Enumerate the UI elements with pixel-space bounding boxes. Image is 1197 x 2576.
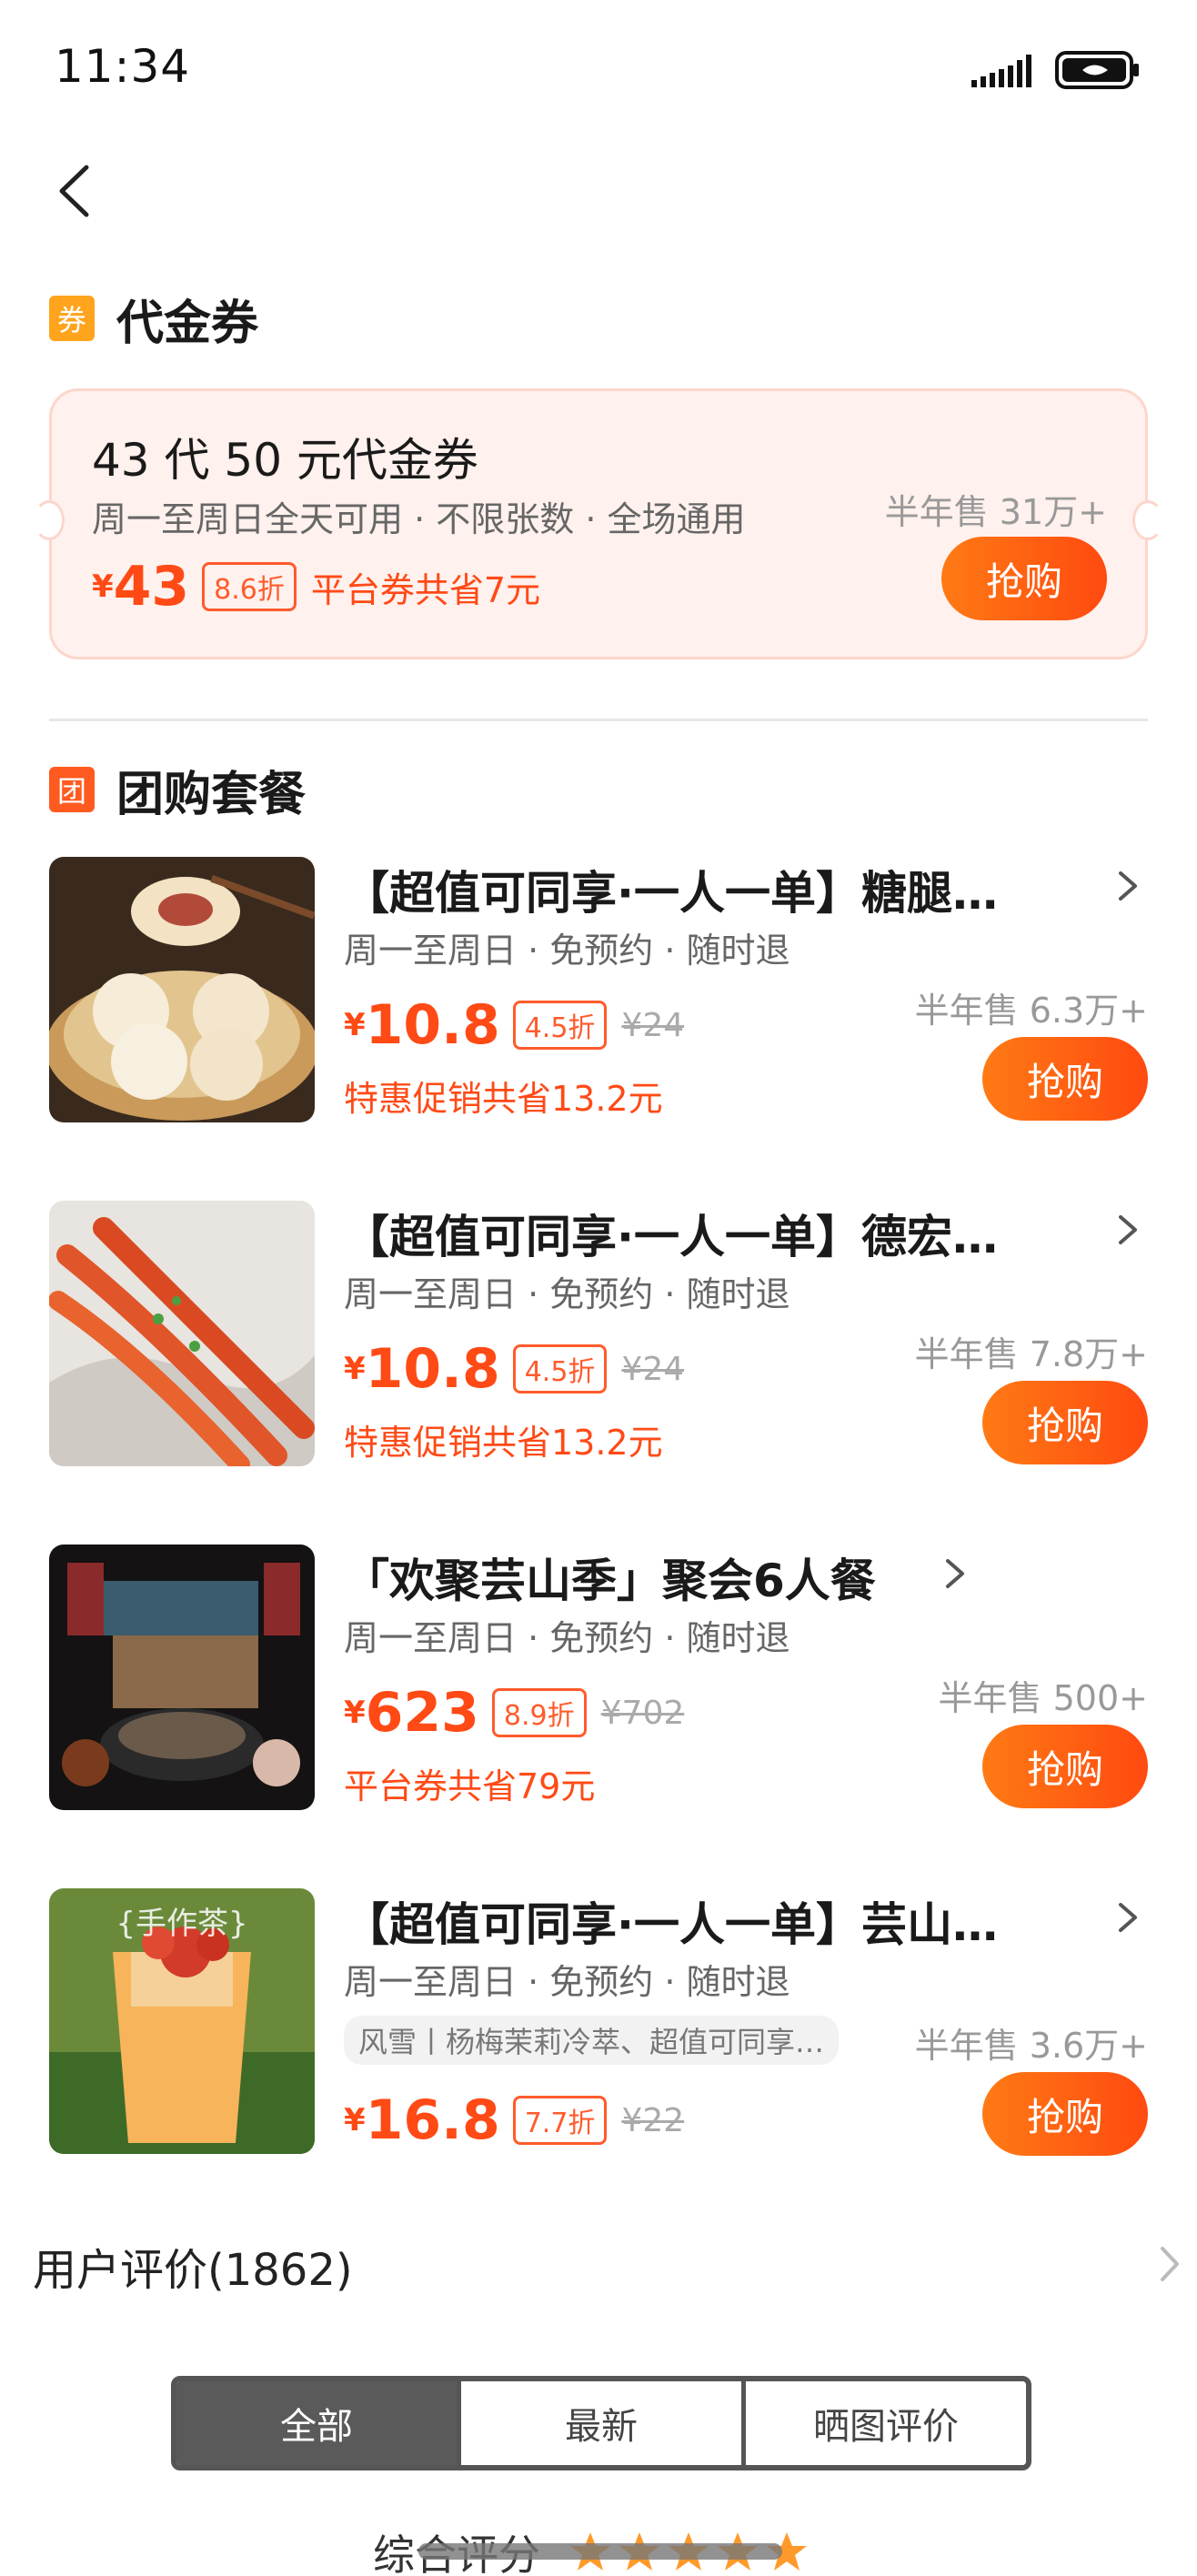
deal-title[interactable]: 「欢聚芸山季」聚会6人餐 — [344, 1545, 876, 1610]
discount-badge: 8.9折 — [491, 1688, 587, 1737]
currency-symbol: ¥ — [344, 1351, 366, 1387]
group-section-title: 团购套餐 — [116, 767, 307, 822]
deal-price: 16.8 — [365, 2088, 500, 2152]
back-arrow-icon[interactable] — [45, 155, 109, 227]
discount-badge: 4.5折 — [512, 1001, 608, 1050]
deal-note-chip: 风雪丨杨梅茉莉冷萃、超值可同享… — [344, 2016, 840, 2065]
deal-tags: 周一至周日 · 免预约 · 随时退 — [344, 1274, 790, 1314]
deal-buy-button[interactable]: 抢购 — [982, 1725, 1148, 1808]
deal-save-text: 平台券共省79元 — [344, 1766, 596, 1806]
deal-image-dumplings — [49, 857, 315, 1122]
deal-save-text: 特惠促销共省13.2元 — [344, 1423, 663, 1463]
deal-image-iced-tea: {手作茶} — [49, 1888, 315, 2154]
deal-title[interactable]: 【超值可同享·一人一单】芸山… — [344, 1888, 998, 1954]
deal-sold-count: 半年售 7.8万+ — [914, 1334, 1148, 1374]
deal-image-caption: {手作茶} — [116, 1906, 247, 1942]
deal-item[interactable]: 【超值可同享·一人一单】德宏… 周一至周日 · 免预约 · 随时退 ¥ 10.8… — [0, 1201, 1197, 1474]
overall-rating: 综合评分 — [373, 2525, 813, 2576]
tab-all[interactable]: 全部 — [176, 2381, 457, 2465]
deal-price-row: ¥ 10.8 4.5折 ¥24 — [344, 1337, 684, 1401]
deal-item[interactable]: 【超值可同享·一人一单】糖腿… 周一至周日 · 免预约 · 随时退 ¥ 10.8… — [0, 857, 1197, 1130]
deal-buy-button[interactable]: 抢购 — [982, 1037, 1148, 1121]
voucher-title: 43 代 50 元代金券 — [92, 434, 478, 487]
deal-image-shrimp-skewers — [49, 1201, 315, 1466]
deal-buy-button[interactable]: 抢购 — [982, 1381, 1148, 1464]
review-filter-tabs: 全部 最新 晒图评价 — [171, 2376, 1031, 2470]
group-icon: 团 — [49, 767, 95, 812]
deal-image-group-meal — [49, 1545, 315, 1810]
original-price: ¥24 — [621, 1350, 685, 1388]
chevron-right-icon[interactable] — [1152, 2239, 1188, 2289]
chevron-right-icon[interactable] — [1110, 1897, 1146, 1937]
deal-tags: 周一至周日 · 免预约 · 随时退 — [344, 931, 790, 971]
deal-tags: 周一至周日 · 免预约 · 随时退 — [344, 1618, 790, 1658]
original-price: ¥22 — [621, 2101, 685, 2139]
deal-price-row: ¥ 623 8.9折 ¥702 — [344, 1681, 684, 1745]
deal-sold-count: 半年售 500+ — [938, 1678, 1148, 1718]
deal-item[interactable]: {手作茶} 【超值可同享·一人一单】芸山… 周一至周日 · 免预约 · 随时退 … — [0, 1888, 1197, 2161]
tab-latest[interactable]: 最新 — [457, 2381, 741, 2465]
deal-title[interactable]: 【超值可同享·一人一单】糖腿… — [344, 857, 998, 922]
deal-save-text: 特惠促销共省13.2元 — [344, 1079, 663, 1119]
discount-badge: 8.6折 — [202, 562, 297, 611]
tab-photo-reviews[interactable]: 晒图评价 — [741, 2381, 1026, 2465]
voucher-sold-count: 半年售 31万+ — [884, 492, 1107, 532]
voucher-section-title: 代金券 — [116, 296, 259, 351]
deal-price: 10.8 — [365, 993, 500, 1057]
voucher-card[interactable]: 43 代 50 元代金券 周一至周日全天可用 · 不限张数 · 全场通用 ¥ 4… — [34, 388, 1163, 659]
deal-tags: 周一至周日 · 免预约 · 随时退 — [344, 1962, 790, 2002]
reviews-title[interactable]: 用户评价(1862) — [33, 2234, 353, 2298]
chevron-right-icon[interactable] — [1110, 1210, 1146, 1250]
signal-icon — [971, 55, 1031, 87]
currency-symbol: ¥ — [344, 2102, 366, 2138]
voucher-price: 43 — [113, 555, 190, 619]
card-notch-right — [1132, 500, 1163, 540]
deal-sold-count: 半年售 6.3万+ — [914, 991, 1148, 1031]
deal-buy-button[interactable]: 抢购 — [982, 2072, 1148, 2156]
deal-price-row: ¥ 16.8 7.7折 ¥22 — [344, 2088, 684, 2152]
voucher-buy-button[interactable]: 抢购 — [941, 537, 1107, 620]
currency-symbol: ¥ — [344, 1695, 366, 1731]
battery-icon — [1055, 51, 1139, 89]
voucher-section-header: 券 代金券 — [49, 291, 258, 351]
deal-price: 10.8 — [365, 1337, 500, 1401]
deal-item[interactable]: 「欢聚芸山季」聚会6人餐 周一至周日 · 免预约 · 随时退 ¥ 623 8.9… — [0, 1545, 1197, 1817]
currency-symbol: ¥ — [344, 1007, 366, 1043]
voucher-price-row: ¥ 43 8.6折 平台券共省7元 — [92, 555, 540, 619]
status-time: 11:34 — [55, 40, 191, 93]
original-price: ¥24 — [621, 1006, 685, 1044]
original-price: ¥702 — [600, 1694, 685, 1732]
voucher-icon: 券 — [49, 296, 95, 341]
group-section-header: 团 团购套餐 — [49, 762, 306, 822]
discount-badge: 4.5折 — [512, 1344, 608, 1394]
chevron-right-icon[interactable] — [1110, 866, 1146, 906]
status-bar: 11:34 — [0, 0, 1197, 136]
deal-price-row: ¥ 10.8 4.5折 ¥24 — [344, 993, 684, 1057]
deal-price: 623 — [365, 1681, 479, 1745]
deal-sold-count: 半年售 3.6万+ — [914, 2026, 1148, 2066]
scroll-indicator — [418, 2543, 782, 2560]
section-divider — [49, 719, 1148, 721]
currency-symbol: ¥ — [92, 569, 114, 605]
deal-title[interactable]: 【超值可同享·一人一单】德宏… — [344, 1201, 998, 1266]
chevron-right-icon[interactable] — [937, 1554, 973, 1594]
discount-badge: 7.7折 — [512, 2096, 608, 2145]
voucher-tags: 周一至周日全天可用 · 不限张数 · 全场通用 — [92, 499, 746, 539]
voucher-save-text: 平台券共省7元 — [310, 569, 541, 610]
card-notch-left — [34, 500, 65, 540]
